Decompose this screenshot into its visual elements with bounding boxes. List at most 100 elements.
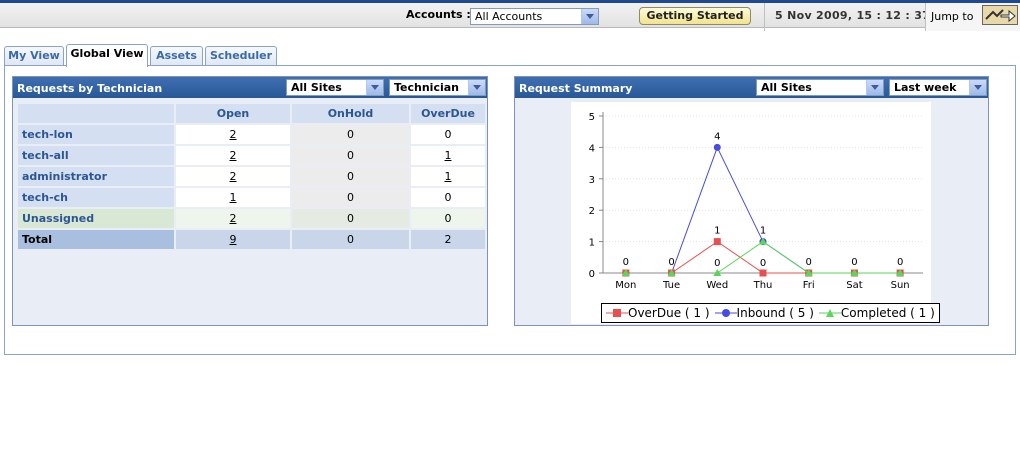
data-label: 1 [714, 226, 720, 237]
open-count-link[interactable]: 2 [176, 209, 290, 228]
chevron-down-icon [366, 80, 383, 95]
open-count-link[interactable]: 1 [176, 188, 290, 207]
data-label: 0 [714, 258, 720, 269]
chart-legend: OverDue ( 1 ) Inbound ( 5 ) Completed ( … [601, 303, 940, 323]
table-corner-header [18, 104, 174, 123]
technician-table: Open OnHold OverDue tech-lon 2 0 0 tech-… [16, 102, 487, 251]
requests-by-technician-panel: Requests by Technician All Sites Technic… [12, 76, 488, 326]
data-point-overdue [759, 269, 767, 277]
data-label: 0 [668, 257, 674, 268]
legend-item-overdue: OverDue ( 1 ) [606, 306, 710, 320]
x-tick-label: Tue [662, 280, 680, 291]
line-chart-svg: 0 1 2 3 4 5 Mon Tue Wed Thu Fri Sat Sun 0 0 4 1 0 1 0 0 0 0 [589, 112, 923, 291]
panel-header: Request Summary All Sites Last week [515, 77, 988, 98]
data-label: 1 [760, 226, 766, 237]
onhold-count: 0 [292, 146, 409, 165]
technician-name[interactable]: administrator [18, 167, 174, 186]
y-tick-label: 1 [589, 238, 595, 249]
getting-started-button[interactable]: Getting Started [639, 7, 751, 25]
tab-scheduler[interactable]: Scheduler [205, 46, 277, 66]
tab-my-view[interactable]: My View [4, 46, 64, 66]
onhold-count: 0 [292, 167, 409, 186]
total-open-link[interactable]: 9 [176, 230, 290, 249]
table-row: tech-all 2 0 1 [18, 146, 485, 165]
technician-name[interactable]: tech-lon [18, 125, 174, 144]
panel-header: Requests by Technician All Sites Technic… [13, 77, 487, 98]
x-tick-label: Sun [891, 280, 910, 291]
group-filter-value: Technician [394, 81, 460, 94]
group-filter-select[interactable]: Technician [389, 79, 486, 96]
table-row-total: Total 9 0 2 [18, 230, 485, 249]
panel-title: Request Summary [519, 82, 633, 95]
toolbar-divider [764, 3, 765, 31]
overdue-count-link[interactable]: 1 [411, 146, 485, 165]
overdue-count: 0 [411, 125, 485, 144]
technician-name[interactable]: Unassigned [18, 209, 174, 228]
x-tick-label: Wed [706, 280, 728, 291]
tab-assets[interactable]: Assets [150, 46, 203, 66]
onhold-count: 0 [292, 188, 409, 207]
panel-title: Requests by Technician [17, 82, 163, 95]
overdue-count: 0 [411, 209, 485, 228]
data-point-overdue [713, 238, 721, 246]
chevron-down-icon [468, 80, 485, 95]
chevron-down-icon [969, 80, 986, 95]
data-label: 0 [623, 257, 629, 268]
legend-marker-overdue [606, 309, 628, 317]
y-tick-label: 5 [589, 112, 595, 123]
data-label: 0 [760, 258, 766, 269]
legend-item-completed: Completed ( 1 ) [818, 306, 935, 320]
jump-to-control[interactable]: Jump to [925, 3, 1020, 31]
jump-to-icon[interactable] [982, 5, 1018, 25]
site-filter-value: All Sites [291, 81, 342, 94]
chevron-down-icon [866, 80, 883, 95]
total-overdue: 2 [411, 230, 485, 249]
table-row: tech-ch 1 0 0 [18, 188, 485, 207]
accounts-label: Accounts : [406, 8, 471, 21]
accounts-select-value: All Accounts [475, 10, 543, 23]
request-summary-panel: Request Summary All Sites Last week 0 1 2 3… [514, 76, 989, 326]
open-count-link[interactable]: 2 [176, 125, 290, 144]
data-point-inbound [713, 143, 721, 151]
x-tick-label: Fri [803, 280, 815, 291]
column-header-onhold: OnHold [292, 104, 409, 123]
legend-label-overdue: OverDue ( 1 ) [628, 306, 710, 320]
tab-global-view[interactable]: Global View [66, 44, 148, 67]
total-label: Total [18, 230, 174, 249]
site-filter-select[interactable]: All Sites [756, 79, 884, 96]
onhold-count: 0 [292, 209, 409, 228]
accounts-select[interactable]: All Accounts [470, 8, 599, 25]
site-filter-select[interactable]: All Sites [286, 79, 384, 96]
onhold-count: 0 [292, 125, 409, 144]
open-count-link[interactable]: 2 [176, 146, 290, 165]
technician-name[interactable]: tech-ch [18, 188, 174, 207]
site-filter-value: All Sites [761, 81, 812, 94]
x-tick-label: Sat [846, 280, 862, 291]
x-tick-label: Thu [753, 280, 773, 291]
chevron-down-icon [581, 9, 598, 24]
y-tick-label: 0 [589, 269, 595, 280]
top-toolbar: Accounts : All Accounts Getting Started … [0, 0, 1020, 31]
column-header-overdue: OverDue [411, 104, 485, 123]
total-onhold: 0 [292, 230, 409, 249]
open-count-link[interactable]: 2 [176, 167, 290, 186]
legend-label-completed: Completed ( 1 ) [840, 306, 935, 320]
technician-name[interactable]: tech-all [18, 146, 174, 165]
overdue-count-link[interactable]: 1 [411, 167, 485, 186]
column-header-open: Open [176, 104, 290, 123]
legend-marker-inbound [714, 309, 737, 317]
y-tick-label: 3 [589, 175, 595, 186]
jump-to-label: Jump to [931, 10, 974, 23]
table-header-row: Open OnHold OverDue [18, 104, 485, 123]
data-label: 0 [897, 257, 903, 268]
period-filter-select[interactable]: Last week [889, 79, 987, 96]
data-label: 0 [851, 257, 857, 268]
x-tick-label: Mon [615, 280, 636, 291]
current-datetime: 5 Nov 2009, 15 : 12 : 37 [775, 9, 931, 22]
table-row: tech-lon 2 0 0 [18, 125, 485, 144]
request-summary-chart: 0 1 2 3 4 5 Mon Tue Wed Thu Fri Sat Sun 0 0 4 1 0 1 0 0 0 0 [571, 102, 931, 324]
legend-item-inbound: Inbound ( 5 ) [714, 306, 814, 320]
data-label: 4 [714, 131, 720, 142]
table-row: administrator 2 0 1 [18, 167, 485, 186]
y-tick-label: 2 [589, 206, 595, 217]
